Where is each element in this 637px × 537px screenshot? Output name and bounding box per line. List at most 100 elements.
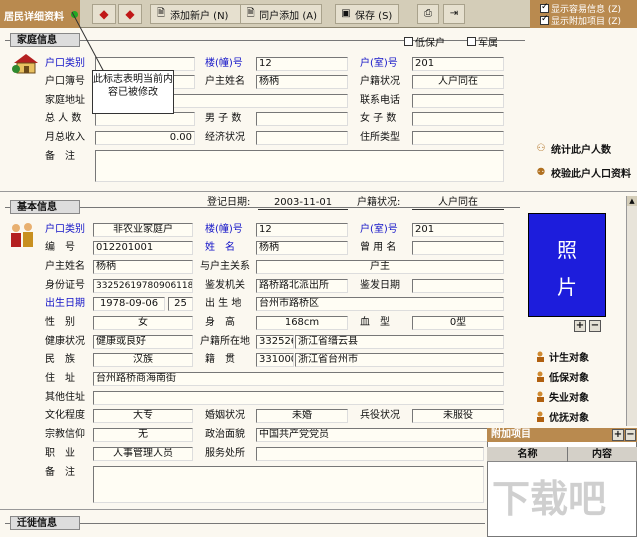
- object-unemployed[interactable]: 失业对象: [535, 389, 589, 404]
- ethnic-field[interactable]: 汉族: [93, 353, 193, 367]
- object-low-income[interactable]: 低保对象: [535, 369, 589, 384]
- checkbox-icon[interactable]: [540, 2, 549, 13]
- male-count-field[interactable]: [256, 112, 348, 126]
- phone-field[interactable]: [412, 94, 504, 108]
- reg-date-label: 登记日期:: [207, 197, 251, 208]
- total-people-label: 总 人 数: [45, 113, 82, 124]
- building-label: 楼(幢)号: [205, 58, 243, 69]
- age-field: 25: [168, 297, 193, 311]
- family-remarks-label: 备 注: [45, 151, 75, 162]
- gender-label: 性 别: [45, 317, 75, 328]
- health-label: 健康状况: [45, 336, 85, 347]
- object-family-planning[interactable]: 计生对象: [535, 349, 589, 364]
- object-label: 优抚对象: [549, 413, 589, 424]
- blood-field[interactable]: 0型: [412, 316, 504, 330]
- vertical-scrollbar[interactable]: [626, 196, 637, 426]
- marital-field[interactable]: 未婚: [256, 409, 348, 423]
- id-no-field[interactable]: 332526197809061184: [93, 279, 193, 293]
- hukou-status-field[interactable]: 人户同在: [412, 75, 504, 89]
- female-count-field[interactable]: [412, 112, 504, 126]
- extra-remove-button[interactable]: −: [625, 429, 636, 441]
- b-room-field[interactable]: 201: [412, 223, 504, 237]
- workplace-label: 服务处所: [205, 448, 245, 459]
- relation-field[interactable]: 户主: [256, 260, 504, 274]
- registered-postcode-field[interactable]: 332526: [256, 335, 294, 349]
- military-family-flag[interactable]: 军属: [467, 34, 498, 49]
- b-remarks-field[interactable]: [93, 466, 484, 503]
- birth-date-field[interactable]: 1978-09-06: [93, 297, 165, 311]
- section-divider: [0, 509, 487, 510]
- add-same-household-button[interactable]: 🗎 同户添加 (A): [240, 4, 322, 24]
- total-people-field[interactable]: [95, 112, 195, 126]
- head-name-label: 户主姓名: [205, 76, 245, 87]
- political-label: 政治面貌: [205, 429, 245, 440]
- former-name-field[interactable]: [412, 241, 504, 255]
- family-remarks-field[interactable]: [95, 150, 504, 182]
- object-special-care[interactable]: 优抚对象: [535, 409, 589, 424]
- exit-button[interactable]: ⇥: [443, 4, 465, 24]
- save-button[interactable]: ▣ 保存 (S): [335, 4, 399, 24]
- show-extra-items-option[interactable]: 显示附加项目 (Z): [540, 14, 621, 27]
- gender-field[interactable]: 女: [93, 316, 193, 330]
- military-field[interactable]: 未服役: [412, 409, 504, 423]
- room-field[interactable]: 201: [412, 57, 504, 71]
- checkbox-icon[interactable]: [467, 37, 476, 46]
- native-place-label: 籍 贯: [205, 354, 235, 365]
- object-label: 失业对象: [549, 393, 589, 404]
- family-address-label: 家庭地址: [45, 95, 85, 106]
- flag-label: 低保户: [415, 38, 445, 49]
- religion-field[interactable]: 无: [93, 428, 193, 442]
- extra-add-button[interactable]: +: [612, 429, 624, 441]
- check-household-link[interactable]: ⚉ 校验此户人口资料: [535, 165, 631, 181]
- callout-pointer: [71, 11, 105, 73]
- economy-field[interactable]: [256, 131, 348, 145]
- status-value: 人户同在: [412, 196, 504, 210]
- building-field[interactable]: 12: [256, 57, 348, 71]
- photo-box[interactable]: 照 片: [528, 213, 606, 317]
- number-field[interactable]: 012201001: [93, 241, 193, 255]
- col-name-header[interactable]: 名称: [495, 448, 560, 462]
- b-hukou-type-field[interactable]: 非农业家庭户: [93, 223, 193, 237]
- person-icon: [535, 371, 546, 382]
- remove-photo-button[interactable]: −: [589, 320, 601, 332]
- checkbox-icon[interactable]: [404, 37, 413, 46]
- b-address-field[interactable]: 台州路桥商海南街: [93, 372, 504, 386]
- former-name-label: 曾 用 名: [360, 242, 397, 253]
- birth-place-field[interactable]: 台州市路桥区: [256, 297, 504, 311]
- occupation-field[interactable]: 人事管理人员: [93, 447, 193, 461]
- hukou-type-field[interactable]: [95, 57, 195, 71]
- phone-label: 联系电话: [360, 95, 400, 106]
- native-postcode-field[interactable]: 331000: [256, 353, 294, 367]
- scroll-up-icon[interactable]: ▲: [627, 196, 637, 206]
- monthly-income-field[interactable]: 0.00: [95, 131, 195, 145]
- name-field[interactable]: 杨柄: [256, 241, 348, 255]
- economy-label: 经济状况: [205, 132, 245, 143]
- height-field[interactable]: 168cm: [256, 316, 348, 330]
- count-household-link[interactable]: ⚇ 统计此户人数: [535, 141, 611, 157]
- b-building-field[interactable]: 12: [256, 223, 348, 237]
- housing-field[interactable]: [412, 131, 504, 145]
- next-record-button[interactable]: ◆: [118, 4, 142, 24]
- political-field[interactable]: 中国共产党党员: [256, 428, 504, 442]
- occupation-label: 职 业: [45, 448, 75, 459]
- issue-date-field[interactable]: [412, 279, 504, 293]
- add-photo-button[interactable]: +: [574, 320, 586, 332]
- modified-callout: 此标志表明当前内容已被修改: [92, 70, 174, 114]
- health-field[interactable]: 健康或良好: [93, 335, 193, 349]
- person-icon: [535, 351, 546, 362]
- education-field[interactable]: 大专: [93, 409, 193, 423]
- other-address-field[interactable]: [93, 391, 504, 405]
- workplace-field[interactable]: [256, 447, 484, 461]
- issue-office-field[interactable]: 路桥路北派出所: [256, 279, 348, 293]
- print-button[interactable]: ⎙: [417, 4, 439, 24]
- hukou-status-label: 户籍状况: [360, 76, 400, 87]
- checkbox-icon[interactable]: [540, 14, 549, 25]
- b-head-name-field[interactable]: 杨柄: [93, 260, 193, 274]
- low-income-household-flag[interactable]: 低保户: [404, 34, 445, 49]
- head-name-field[interactable]: 杨柄: [256, 75, 348, 89]
- b-head-name-label: 户主姓名: [45, 261, 85, 272]
- col-content-header[interactable]: 内容: [570, 448, 634, 462]
- native-place-field[interactable]: 浙江省台州市: [295, 353, 504, 367]
- registered-place-field[interactable]: 浙江省缙云县: [295, 335, 504, 349]
- count-household-label: 统计此户人数: [551, 145, 611, 156]
